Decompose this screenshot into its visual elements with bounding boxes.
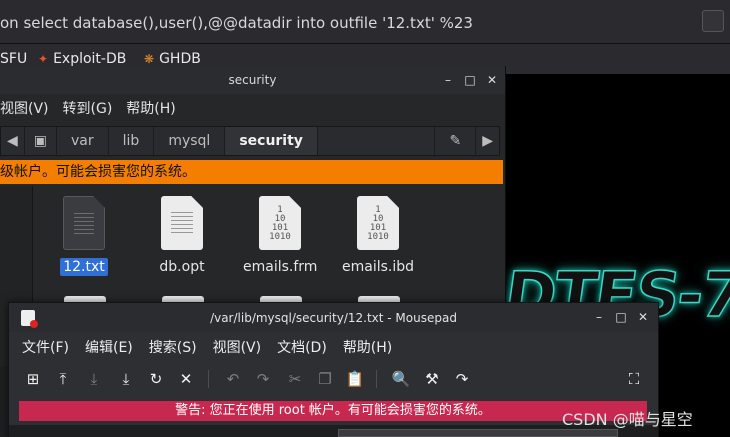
fullscreen-icon[interactable]: ⛶ [623, 368, 645, 390]
minimize-icon[interactable]: – [591, 309, 607, 325]
path-segment-security[interactable]: security [225, 127, 318, 155]
path-segment-mysql[interactable]: mysql [154, 127, 226, 155]
redo-icon[interactable]: ↷ [252, 368, 274, 390]
menu-view[interactable]: 视图(V) [213, 337, 262, 357]
save-icon[interactable]: ⤓ [83, 368, 105, 390]
file-emails-frm[interactable]: 1 10 101 1010 emails.frm [240, 196, 320, 276]
drive-icon[interactable]: ▣ [25, 127, 58, 155]
file-12-txt[interactable]: 12.txt [44, 196, 124, 276]
forward-arrow-icon[interactable]: ▶ [476, 127, 499, 155]
minimize-icon[interactable]: – [440, 72, 456, 88]
toolbar-separator [376, 370, 377, 388]
find-replace-icon[interactable]: ⚒ [421, 368, 443, 390]
file-manager-menubar: 视图(V) 转到(G) 帮助(H) [0, 94, 505, 122]
goto-icon[interactable]: ↷ [451, 368, 473, 390]
binary-file-icon: 1 10 101 1010 [357, 196, 399, 250]
close-icon[interactable]: ✕ [175, 368, 197, 390]
find-icon[interactable]: 🔍 [390, 368, 412, 390]
menu-document[interactable]: 文档(D) [277, 337, 327, 357]
path-bar: ◀ ▣ var lib mysql security ✎ ▶ [0, 126, 500, 156]
open-icon[interactable]: ⤒ [52, 368, 74, 390]
reload-icon[interactable]: ↻ [145, 368, 167, 390]
maximize-icon[interactable]: □ [462, 72, 478, 88]
file-manager-titlebar[interactable]: security – □ ✕ [0, 66, 505, 94]
watermark: CSDN @喵与星空 [562, 410, 693, 429]
cut-icon[interactable]: ✂ [284, 368, 306, 390]
close-icon[interactable]: ✕ [484, 72, 500, 88]
root-warning-bar: 级帐户。可能会损害您的系统。 [0, 160, 503, 184]
background-window-edge [338, 429, 618, 437]
paste-icon[interactable]: 📋 [344, 368, 366, 390]
copy-icon[interactable]: ❐ [314, 368, 336, 390]
bookmark-ghdb[interactable]: ❋ GHDB [144, 51, 201, 67]
save-as-icon[interactable]: ⤓ [115, 368, 137, 390]
file-emails-ibd[interactable]: 1 10 101 1010 emails.ibd [338, 196, 418, 276]
exploit-db-icon: ✦ [38, 52, 49, 66]
url-bar-button[interactable] [702, 10, 724, 32]
mousepad-menubar: 文件(F) 编辑(E) 搜索(S) 视图(V) 文档(D) 帮助(H) [9, 332, 658, 362]
menu-view[interactable]: 视图(V) [0, 98, 49, 118]
bookmark-exploit-db[interactable]: ✦ Exploit-DB [38, 51, 126, 67]
menu-edit[interactable]: 编辑(E) [85, 337, 133, 357]
file-name: emails.frm [243, 259, 318, 275]
maximize-icon[interactable]: □ [613, 309, 629, 325]
menu-file[interactable]: 文件(F) [22, 337, 69, 357]
path-segment-var[interactable]: var [57, 127, 109, 155]
edit-path-icon[interactable]: ✎ [434, 127, 477, 155]
mousepad-titlebar[interactable]: /var/lib/mysql/security/12.txt - Mousepa… [9, 303, 658, 332]
file-name: emails.ibd [341, 259, 415, 275]
file-db-opt[interactable]: db.opt [142, 196, 222, 276]
path-segment-lib[interactable]: lib [109, 127, 155, 155]
root-warning-bar: 警告: 您正在使用 root 帐户。有可能会损害您的系统。 [19, 401, 647, 421]
file-name: db.opt [159, 259, 205, 275]
menu-help[interactable]: 帮助(H) [343, 337, 392, 357]
menu-help[interactable]: 帮助(H) [126, 98, 175, 118]
url-text[interactable]: on select database(),user(),@@datadir in… [0, 14, 473, 32]
text-file-icon [161, 196, 203, 250]
text-file-icon [63, 196, 105, 250]
toolbar-separator [208, 370, 209, 388]
mousepad-toolbar: ⊞ ⤒ ⤓ ⤓ ↻ ✕ ↶ ↷ ✂ ❐ 📋 🔍 ⚒ ↷ ⛶ [9, 362, 658, 396]
binary-glyph: 1 10 101 1010 [367, 205, 389, 242]
file-name: 12.txt [60, 258, 108, 276]
menu-search[interactable]: 搜索(S) [149, 337, 197, 357]
binary-file-icon: 1 10 101 1010 [259, 196, 301, 250]
window-title: security [228, 73, 277, 87]
binary-glyph: 1 10 101 1010 [269, 205, 291, 242]
close-icon[interactable]: ✕ [635, 309, 651, 325]
bookmark-sfu[interactable]: SFU [0, 51, 27, 67]
path-bar-spacer [318, 127, 435, 155]
new-file-icon[interactable]: ⊞ [22, 368, 44, 390]
window-title: /var/lib/mysql/security/12.txt - Mousepa… [210, 311, 457, 325]
back-arrow-icon[interactable]: ◀ [1, 127, 25, 155]
menu-go[interactable]: 转到(G) [63, 98, 113, 118]
browser-url-bar[interactable]: on select database(),user(),@@datadir in… [0, 0, 730, 44]
ghdb-icon: ❋ [144, 52, 155, 66]
undo-icon[interactable]: ↶ [222, 368, 244, 390]
